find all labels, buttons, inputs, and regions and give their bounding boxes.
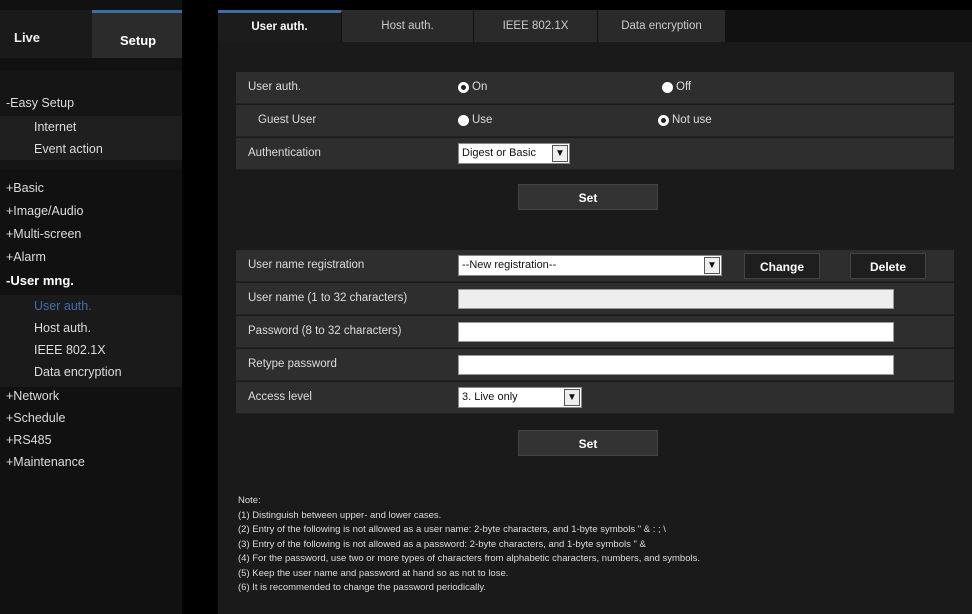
access-level-value: 3. Live only bbox=[462, 391, 518, 403]
sidebar-item-multi-screen[interactable]: +Multi-screen bbox=[6, 227, 81, 241]
authentication-row: Authentication Digest or Basic ▼ bbox=[236, 138, 954, 170]
easy-setup-group: -Easy Setup Internet Event action bbox=[0, 70, 182, 170]
registration-set-button[interactable]: Set bbox=[518, 430, 658, 456]
user-auth-row: User auth. On Off bbox=[236, 72, 954, 104]
sidebar-item-image-audio[interactable]: +Image/Audio bbox=[6, 204, 83, 218]
sidebar-item-basic[interactable]: +Basic bbox=[6, 181, 44, 195]
guest-use-radio[interactable]: Use bbox=[458, 114, 492, 126]
radio-unselected-icon bbox=[458, 114, 469, 126]
note-item: (2) Entry of the following is not allowe… bbox=[238, 524, 666, 535]
access-level-select[interactable]: 3. Live only ▼ bbox=[458, 387, 582, 408]
note-item: (4) For the password, use two or more ty… bbox=[238, 553, 700, 564]
tab-live[interactable]: Live bbox=[0, 10, 92, 58]
sidebar-item-maintenance[interactable]: +Maintenance bbox=[6, 455, 85, 469]
note-item: (1) Distinguish between upper- and lower… bbox=[238, 509, 442, 521]
main-panel: User auth. Host auth. IEEE 802.1X Data e… bbox=[218, 10, 972, 614]
radio-selected-icon bbox=[458, 81, 469, 93]
sidebar-item-rs485[interactable]: +RS485 bbox=[6, 433, 52, 447]
user-auth-off-radio[interactable]: Off bbox=[662, 81, 691, 93]
radio-label-use: Use bbox=[472, 114, 493, 126]
delete-button[interactable]: Delete bbox=[850, 253, 926, 279]
chevron-down-icon: ▼ bbox=[704, 257, 720, 274]
guest-user-row: Guest User Use Not use bbox=[236, 105, 954, 137]
password-row: Password (8 to 32 characters) bbox=[236, 316, 954, 348]
password-input[interactable] bbox=[458, 322, 894, 342]
radio-selected-icon bbox=[658, 114, 669, 126]
tab-data-encryption[interactable]: Data encryption bbox=[598, 10, 726, 42]
retype-password-label: Retype password bbox=[248, 358, 337, 370]
sidebar-item-network[interactable]: +Network bbox=[6, 389, 59, 403]
sidebar-item-schedule[interactable]: +Schedule bbox=[6, 411, 65, 425]
tab-setup[interactable]: Setup bbox=[92, 10, 182, 58]
authentication-label: Authentication bbox=[248, 147, 321, 159]
user-name-registration-row: User name registration --New registratio… bbox=[236, 250, 954, 282]
note-item: (3) Entry of the following is not allowe… bbox=[238, 538, 646, 550]
chevron-down-icon: ▼ bbox=[564, 389, 580, 406]
tab-user-auth[interactable]: User auth. bbox=[218, 10, 342, 42]
radio-label-on: On bbox=[472, 81, 488, 93]
notes: Note: (1) Distinguish between upper- and… bbox=[238, 494, 958, 596]
sidebar: Live Setup -Easy Setup Internet Event ac… bbox=[0, 0, 182, 614]
user-name-registration-value: --New registration-- bbox=[462, 259, 557, 271]
note-item: (6) It is recommended to change the pass… bbox=[238, 582, 487, 593]
tab-host-auth[interactable]: Host auth. bbox=[342, 10, 474, 42]
note-heading: Note: bbox=[238, 495, 261, 506]
retype-password-input[interactable] bbox=[458, 355, 894, 375]
access-level-label: Access level bbox=[248, 391, 312, 403]
user-name-registration-label: User name registration bbox=[248, 259, 365, 271]
sidebar-item-data-encryption[interactable]: Data encryption bbox=[34, 365, 122, 379]
sidebar-item-user-auth[interactable]: User auth. bbox=[34, 299, 92, 313]
sidebar-item-alarm[interactable]: +Alarm bbox=[6, 250, 46, 264]
tab-ieee8021x[interactable]: IEEE 802.1X bbox=[474, 10, 598, 42]
sidebar-item-user-mng[interactable]: -User mng. bbox=[6, 273, 74, 288]
user-name-row: User name (1 to 32 characters) bbox=[236, 283, 954, 315]
user-auth-label: User auth. bbox=[248, 81, 302, 93]
change-button[interactable]: Change bbox=[744, 253, 820, 279]
password-label: Password (8 to 32 characters) bbox=[248, 325, 402, 337]
guest-user-label: Guest User bbox=[258, 114, 317, 126]
radio-label-off: Off bbox=[676, 81, 692, 93]
retype-password-row: Retype password bbox=[236, 349, 954, 381]
user-name-label: User name (1 to 32 characters) bbox=[248, 292, 408, 304]
sidebar-item-easy-setup[interactable]: -Easy Setup bbox=[6, 96, 74, 110]
auth-set-button[interactable]: Set bbox=[518, 184, 658, 210]
guest-not-use-radio[interactable]: Not use bbox=[658, 114, 712, 126]
radio-label-not-use: Not use bbox=[672, 114, 712, 126]
user-name-registration-select[interactable]: --New registration-- ▼ bbox=[458, 255, 722, 276]
sidebar-item-internet[interactable]: Internet bbox=[34, 120, 76, 134]
radio-unselected-icon bbox=[662, 81, 673, 93]
sidebar-item-host-auth[interactable]: Host auth. bbox=[34, 321, 91, 335]
mode-tabs: Live Setup bbox=[0, 10, 182, 58]
sidebar-item-event-action[interactable]: Event action bbox=[34, 142, 103, 156]
chevron-down-icon: ▼ bbox=[552, 145, 568, 162]
sidebar-row-bg bbox=[0, 116, 182, 138]
user-auth-on-radio[interactable]: On bbox=[458, 81, 487, 93]
authentication-select-value: Digest or Basic bbox=[462, 147, 536, 159]
authentication-select[interactable]: Digest or Basic ▼ bbox=[458, 143, 570, 164]
tab-bar: User auth. Host auth. IEEE 802.1X Data e… bbox=[218, 10, 972, 42]
note-item: (5) Keep the user name and password at h… bbox=[238, 567, 509, 579]
sidebar-item-ieee8021x[interactable]: IEEE 802.1X bbox=[34, 343, 106, 357]
user-name-input[interactable] bbox=[458, 289, 894, 309]
access-level-row: Access level 3. Live only ▼ bbox=[236, 382, 954, 414]
